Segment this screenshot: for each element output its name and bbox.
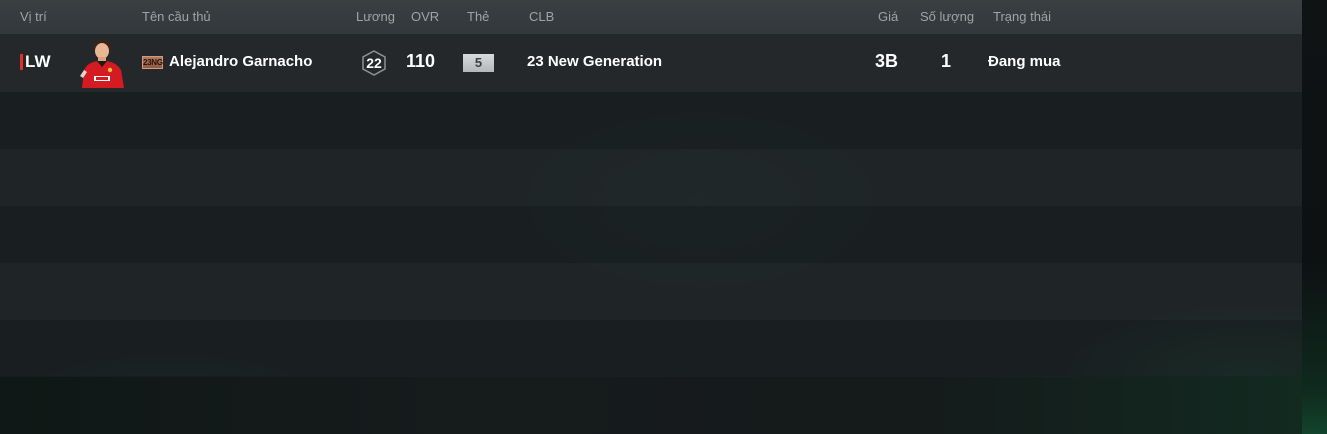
season-badge: 23NG [142, 56, 163, 69]
table-header: Vị trí Tên cầu thủ Lương OVR Thẻ CLB Giá… [0, 0, 1302, 34]
header-quantity[interactable]: Số lượng [920, 0, 974, 34]
header-ovr[interactable]: OVR [411, 0, 439, 34]
quantity-value: 1 [941, 51, 952, 71]
player-position: LW [25, 52, 51, 71]
header-club[interactable]: CLB [529, 0, 554, 34]
club-name: 23 New Generation [527, 53, 663, 70]
right-edge-panel [1302, 0, 1327, 434]
empty-table-row [0, 206, 1302, 263]
header-wage[interactable]: Lương [356, 0, 395, 34]
header-price[interactable]: Giá [878, 0, 898, 34]
empty-table-row [0, 263, 1302, 320]
player-portrait-icon [76, 38, 130, 88]
position-color-bar [20, 54, 23, 70]
wage-badge: 22 [360, 49, 388, 77]
grade-badge: 5 [463, 54, 494, 72]
header-status[interactable]: Trạng thái [993, 0, 1051, 34]
table-row[interactable]: LW 23NG Alejandro Garnacho 22 110 5 23 N… [0, 34, 1302, 92]
header-grade[interactable]: Thẻ [467, 0, 489, 34]
header-position[interactable]: Vị trí [20, 0, 47, 34]
transfer-list-screen: Vị trí Tên cầu thủ Lương OVR Thẻ CLB Giá… [0, 0, 1327, 434]
price-value: 3B [875, 51, 899, 71]
wage-value: 22 [366, 55, 382, 71]
ovr-value: 110 [406, 51, 436, 71]
empty-table-row [0, 92, 1302, 149]
header-player-name[interactable]: Tên cầu thủ [142, 0, 211, 34]
empty-table-row [0, 149, 1302, 206]
background-banner [0, 376, 1302, 434]
player-list-table: Vị trí Tên cầu thủ Lương OVR Thẻ CLB Giá… [0, 0, 1302, 377]
empty-table-row [0, 320, 1302, 377]
player-name[interactable]: Alejandro Garnacho [169, 53, 312, 70]
status-text: Đang mua [988, 53, 1061, 70]
